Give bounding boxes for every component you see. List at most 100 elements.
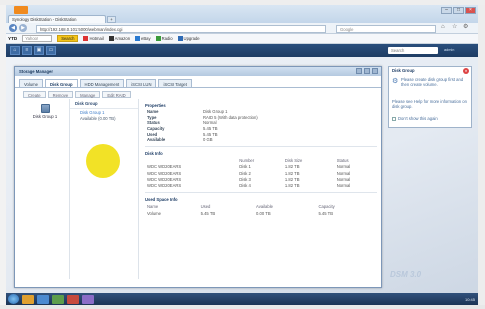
close-icon[interactable]: × [465, 7, 476, 14]
tab-iscsi-target[interactable]: iSCSI Target [158, 79, 192, 87]
table-cell: 0.00 TB [256, 210, 271, 216]
back-icon[interactable]: ◀ [9, 24, 17, 32]
dsm-window-icon[interactable]: ▭ [46, 46, 56, 55]
address-bar-row: ◀ ▶ http://192.168.0.101:5000/webman/ind… [6, 23, 478, 34]
edit-raid-button[interactable]: Edit RAID [102, 91, 131, 98]
browser-tools: ⌂ ☆ ⚙ [441, 24, 470, 31]
hotmail-icon [83, 36, 89, 41]
window-controls: – □ × [441, 7, 476, 14]
tree-item-available[interactable]: Available (0.00 TB) [70, 115, 138, 121]
yahoo-search-input[interactable]: Yahoo! [22, 35, 53, 42]
table-cell: Volume [147, 210, 161, 216]
property-row: Available 0 GB [145, 137, 377, 143]
bookmark-ebay[interactable]: eBay [135, 36, 151, 41]
browser-search-input[interactable]: Google [336, 24, 436, 33]
property-key: Type [147, 114, 157, 120]
detail-panel: Properties Name Disk Group 1 Type RAID 5 (W… [145, 101, 377, 285]
tab-disk-group[interactable]: Disk Group [44, 79, 78, 87]
table-cell: 5.45 TB [200, 210, 216, 216]
property-value: 5.45 TB [203, 126, 218, 132]
browser-tab[interactable]: Synology DiskStation - DiskStation [8, 15, 106, 23]
table-cell: Disk 4 [239, 183, 251, 189]
column-header[interactable]: Number [237, 157, 283, 164]
property-value: RAID 5 (With data protection) [203, 114, 258, 120]
url-input[interactable]: http://192.168.0.101:5000/webman/index.c… [36, 24, 326, 33]
checkbox-icon[interactable] [392, 116, 396, 121]
property-value: 0 GB [203, 137, 213, 143]
home-icon[interactable]: ⌂ [441, 24, 448, 31]
monitor-bezel-right [478, 5, 485, 309]
table-cell: Normal [336, 183, 351, 189]
table-header-row: Number Disk Size Status [145, 157, 377, 164]
dsm-app-icon[interactable]: ▣ [34, 46, 44, 55]
column-header[interactable]: Disk Size [283, 157, 335, 164]
column-header[interactable]: Name [145, 203, 199, 210]
toolbar-upgrade[interactable]: Upgrade [177, 36, 200, 41]
used-space-table: Name Used Available Capacity Volume 5.45 TB 0… [145, 203, 377, 216]
bookmark-amazon[interactable]: Amazon [108, 36, 130, 41]
property-value: 5.45 TB [203, 131, 218, 137]
column-header[interactable] [145, 157, 237, 164]
star-icon[interactable]: ☆ [452, 24, 459, 31]
column-header[interactable]: Used [199, 203, 254, 210]
dsm-header: ⌂ ≡ ▣ ▭ Search admin [6, 44, 478, 57]
taskbar-app-explorer[interactable] [52, 294, 64, 304]
window-close-icon[interactable] [372, 68, 378, 74]
table-cell: 5.45 TB [318, 210, 334, 216]
remove-button[interactable]: Remove [47, 91, 74, 98]
forward-icon[interactable]: ▶ [19, 24, 27, 32]
disk-group-icon [40, 104, 50, 113]
window-controls [356, 68, 378, 74]
dsm-user-label[interactable]: admin [444, 47, 479, 54]
manage-button[interactable]: Manage [75, 91, 101, 98]
tab-hdd-management[interactable]: HDD Management [79, 79, 125, 87]
property-key: Available [147, 137, 166, 143]
table-row[interactable]: WDC WD20EARS Disk 4 1.82 TB Normal [145, 183, 377, 189]
minimize-icon[interactable]: – [441, 7, 452, 14]
storage-tabs: Volume Disk Group HDD Management iSCSI L… [19, 79, 192, 87]
monitor-bezel-bottom [0, 305, 485, 309]
windows-taskbar: 10:45 [6, 293, 478, 305]
browser-menu-button[interactable] [14, 6, 28, 14]
table-cell: WDC WD20EARS [147, 183, 182, 189]
taskbar-app-other[interactable] [82, 294, 94, 304]
disk-group-list[interactable]: Disk Group 1 [23, 101, 67, 281]
dsm-home-icon[interactable]: ⌂ [10, 46, 20, 55]
column-header[interactable]: Available [254, 203, 316, 210]
properties-title: Properties [145, 103, 166, 108]
column-header[interactable]: Status [335, 157, 377, 164]
gear-icon[interactable]: ⚙ [463, 24, 470, 31]
divider [145, 145, 377, 147]
maximize-icon[interactable]: □ [453, 7, 464, 14]
disk-info-title: Disk Info [145, 150, 163, 156]
action-bar: Create Remove Manage Edit RAID [23, 91, 131, 98]
ytd-logo: YTD [8, 36, 18, 41]
column-header[interactable]: Capacity [316, 203, 377, 210]
taskbar-app-firefox[interactable] [22, 294, 34, 304]
help-link[interactable]: Please see Help for more information on … [392, 99, 470, 109]
window-minimize-icon[interactable] [356, 68, 362, 74]
property-value: Disk Group 1 [203, 109, 228, 115]
window-maximize-icon[interactable] [364, 68, 370, 74]
help-close-icon[interactable]: × [463, 68, 469, 74]
tab-divider [15, 87, 381, 88]
new-tab-button[interactable]: + [107, 16, 116, 23]
bookmark-hotmail[interactable]: Hotmail [83, 36, 104, 41]
dsm-menu-icon[interactable]: ≡ [22, 46, 32, 55]
toolbar-search-button[interactable]: Search [57, 35, 79, 42]
create-button[interactable]: Create [23, 91, 46, 98]
tab-volume[interactable]: Volume [19, 79, 43, 87]
cursor-highlight [86, 144, 120, 178]
start-button[interactable] [8, 294, 19, 304]
taskbar-clock: 10:45 [464, 296, 475, 302]
info-icon: ⚙ [392, 78, 399, 85]
bookmarks-bar: YTD Yahoo! Search Hotmail Amazon eBay Ra… [6, 34, 478, 44]
tab-iscsi-lun[interactable]: iSCSI LUN [126, 79, 157, 87]
bookmark-radio[interactable]: Radio [155, 36, 173, 41]
taskbar-app-ie[interactable] [37, 294, 49, 304]
taskbar-app-media[interactable] [67, 294, 79, 304]
window-titlebar[interactable]: Storage Manager [15, 67, 381, 76]
dsm-search-input[interactable]: Search [388, 47, 438, 54]
dont-show-checkbox[interactable]: Don't show this again [392, 116, 438, 121]
table-row[interactable]: Volume 5.45 TB 0.00 TB 5.45 TB [145, 210, 377, 216]
